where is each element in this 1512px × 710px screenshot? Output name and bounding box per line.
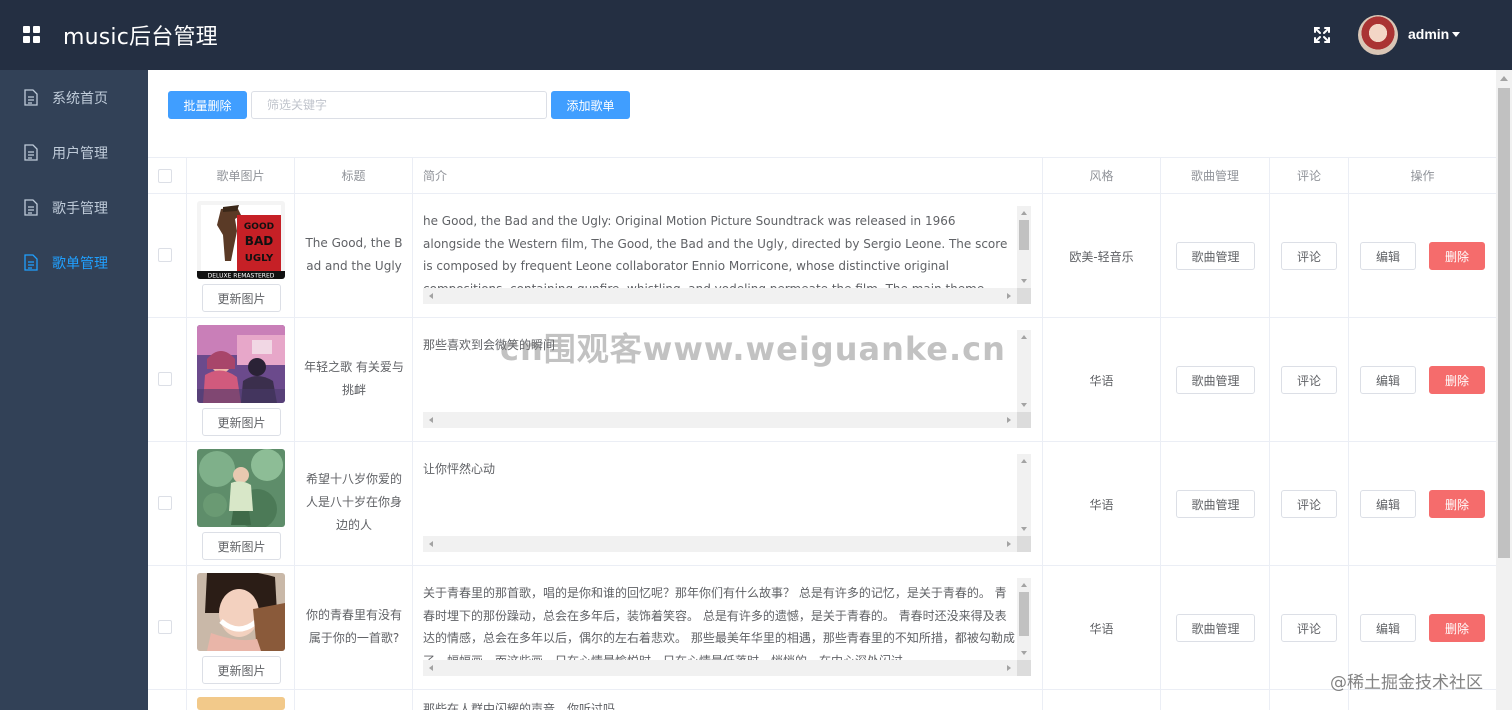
intro-textarea[interactable]: 让你怦然心动 xyxy=(423,454,1031,552)
update-image-button[interactable]: 更新图片 xyxy=(202,532,281,560)
update-image-button[interactable]: 更新图片 xyxy=(202,284,281,312)
column-header-intro: 简介 xyxy=(413,158,1043,194)
sidebar-item-label: 用户管理 xyxy=(52,146,108,162)
table-row: 更新图片 希望十八岁你爱的人是八十岁在你身边的人 让你怦然心动 华语 歌曲管理 … xyxy=(148,442,1496,566)
username-label[interactable]: admin xyxy=(1408,26,1449,42)
page-scrollbar[interactable] xyxy=(1496,70,1512,710)
playlist-style: 华语 xyxy=(1089,622,1114,636)
intro-text: 那些在人群中闪耀的声音，你听过吗 xyxy=(423,702,616,710)
sidebar-item-home[interactable]: 系统首页 xyxy=(0,70,148,125)
intro-text: 关于青春里的那首歌，唱的是你和谁的回忆呢？那年你们有什么故事？ 总是有许多的记忆… xyxy=(423,586,1015,660)
column-header-actions: 操作 xyxy=(1410,169,1435,183)
vertical-scrollbar[interactable] xyxy=(1017,578,1031,660)
playlist-style: 华语 xyxy=(1089,498,1114,512)
column-header-style: 风格 xyxy=(1043,158,1161,194)
playlist-cover-image: GOOD BAD UGLY DELUXE REMASTERED xyxy=(197,201,285,279)
top-header: music后台管理 admin xyxy=(0,0,1512,70)
edit-button[interactable]: 编辑 xyxy=(1360,242,1416,270)
svg-text:UGLY: UGLY xyxy=(245,253,274,264)
comment-button[interactable]: 评论 xyxy=(1281,242,1337,270)
fullscreen-icon[interactable] xyxy=(1313,26,1331,44)
document-icon xyxy=(24,144,38,161)
horizontal-scrollbar[interactable] xyxy=(423,288,1017,304)
page-scrollbar-thumb[interactable] xyxy=(1498,88,1510,558)
comment-button[interactable]: 评论 xyxy=(1281,366,1337,394)
sidebar-item-label: 歌单管理 xyxy=(52,256,108,272)
row-checkbox[interactable] xyxy=(158,496,172,510)
sidebar-item-label: 系统首页 xyxy=(52,91,108,107)
column-header-comments: 评论 xyxy=(1270,158,1349,194)
intro-textarea[interactable]: 关于青春里的那首歌，唱的是你和谁的回忆呢？那年你们有什么故事？ 总是有许多的记忆… xyxy=(423,578,1031,676)
song-manage-button[interactable]: 歌曲管理 xyxy=(1176,366,1255,394)
delete-button[interactable]: 删除 xyxy=(1429,490,1485,518)
vertical-scrollbar[interactable] xyxy=(1017,206,1031,288)
svg-text:GOOD: GOOD xyxy=(244,222,274,232)
column-header-image: 歌单图片 xyxy=(187,158,295,194)
search-input[interactable]: 筛选关键字 xyxy=(251,91,547,119)
row-checkbox[interactable] xyxy=(158,248,172,262)
playlist-style: 欧美-轻音乐 xyxy=(1069,250,1134,264)
batch-delete-button[interactable]: 批量删除 xyxy=(168,91,247,119)
table-header: 歌单图片 标题 简介 风格 歌曲管理 评论 操作 xyxy=(148,157,1496,194)
intro-textarea[interactable]: he Good, the Bad and the Ugly: Original … xyxy=(423,206,1031,304)
intro-text: he Good, the Bad and the Ugly: Original … xyxy=(423,214,1008,288)
column-header-title: 标题 xyxy=(295,158,413,194)
document-icon xyxy=(24,89,38,106)
toolbar: 批量删除 筛选关键字 添加歌单 xyxy=(148,70,1496,156)
intro-text: 让你怦然心动 xyxy=(423,462,496,476)
playlist-cover-image xyxy=(197,573,285,651)
edit-button[interactable]: 编辑 xyxy=(1360,614,1416,642)
horizontal-scrollbar[interactable] xyxy=(423,536,1017,552)
song-manage-button[interactable]: 歌曲管理 xyxy=(1176,490,1255,518)
comment-button[interactable]: 评论 xyxy=(1281,490,1337,518)
menu-collapse-icon[interactable] xyxy=(23,26,40,43)
playlist-style: 华语 xyxy=(1089,374,1114,388)
playlist-title: 你的青春里有没有属于你的一首歌? xyxy=(305,608,402,645)
sidebar-item-playlists[interactable]: 歌单管理 xyxy=(0,235,148,290)
sidebar: 系统首页 用户管理 歌手管理 歌单管理 xyxy=(0,70,148,710)
row-checkbox[interactable] xyxy=(158,620,172,634)
sidebar-item-singers[interactable]: 歌手管理 xyxy=(0,180,148,235)
document-icon xyxy=(24,254,38,271)
user-avatar[interactable] xyxy=(1358,15,1398,55)
playlist-cover-image xyxy=(197,449,285,527)
table-row: 更新图片 你的青春里有没有属于你的一首歌? 关于青春里的那首歌，唱的是你和谁的回… xyxy=(148,566,1496,690)
svg-text:BAD: BAD xyxy=(245,234,273,248)
playlist-cover-image xyxy=(197,697,285,710)
update-image-button[interactable]: 更新图片 xyxy=(202,656,281,684)
delete-button[interactable]: 删除 xyxy=(1429,366,1485,394)
playlist-title: 年轻之歌 有关爱与挑衅 xyxy=(304,360,404,397)
vertical-scrollbar[interactable] xyxy=(1017,454,1031,536)
edit-button[interactable]: 编辑 xyxy=(1360,366,1416,394)
horizontal-scrollbar[interactable] xyxy=(423,660,1017,676)
table-row: 那些在人群中闪耀的声音，你听过吗 xyxy=(148,690,1496,710)
add-playlist-button[interactable]: 添加歌单 xyxy=(551,91,630,119)
select-all-cell xyxy=(148,158,187,194)
select-all-checkbox[interactable] xyxy=(158,169,172,183)
row-checkbox[interactable] xyxy=(158,372,172,386)
delete-button[interactable]: 删除 xyxy=(1429,614,1485,642)
watermark: cn围观客www.weiguanke.cn xyxy=(500,330,1006,368)
document-icon xyxy=(24,199,38,216)
horizontal-scrollbar[interactable] xyxy=(423,412,1017,428)
playlist-title: The Good, the Bad and the Ugly xyxy=(305,236,403,273)
source-tag: @稀土掘金技术社区 xyxy=(1330,673,1483,693)
sidebar-item-users[interactable]: 用户管理 xyxy=(0,125,148,180)
main-content: 批量删除 筛选关键字 添加歌单 歌单图片 标题 简介 风格 歌曲管理 评论 操作 xyxy=(148,70,1496,710)
playlist-title: 希望十八岁你爱的人是八十岁在你身边的人 xyxy=(305,472,402,532)
app-title: music后台管理 xyxy=(63,25,218,50)
svg-text:DELUXE REMASTERED: DELUXE REMASTERED xyxy=(208,273,275,280)
song-manage-button[interactable]: 歌曲管理 xyxy=(1176,242,1255,270)
delete-button[interactable]: 删除 xyxy=(1429,242,1485,270)
update-image-button[interactable]: 更新图片 xyxy=(202,408,281,436)
user-dropdown-caret-icon[interactable] xyxy=(1452,32,1460,37)
vertical-scrollbar[interactable] xyxy=(1017,330,1031,412)
edit-button[interactable]: 编辑 xyxy=(1360,490,1416,518)
column-header-songs: 歌曲管理 xyxy=(1161,158,1270,194)
table-row: GOOD BAD UGLY DELUXE REMASTERED 更新图片 The… xyxy=(148,194,1496,318)
comment-button[interactable]: 评论 xyxy=(1281,614,1337,642)
sidebar-item-label: 歌手管理 xyxy=(52,201,108,217)
song-manage-button[interactable]: 歌曲管理 xyxy=(1176,614,1255,642)
playlist-cover-image xyxy=(197,325,285,403)
